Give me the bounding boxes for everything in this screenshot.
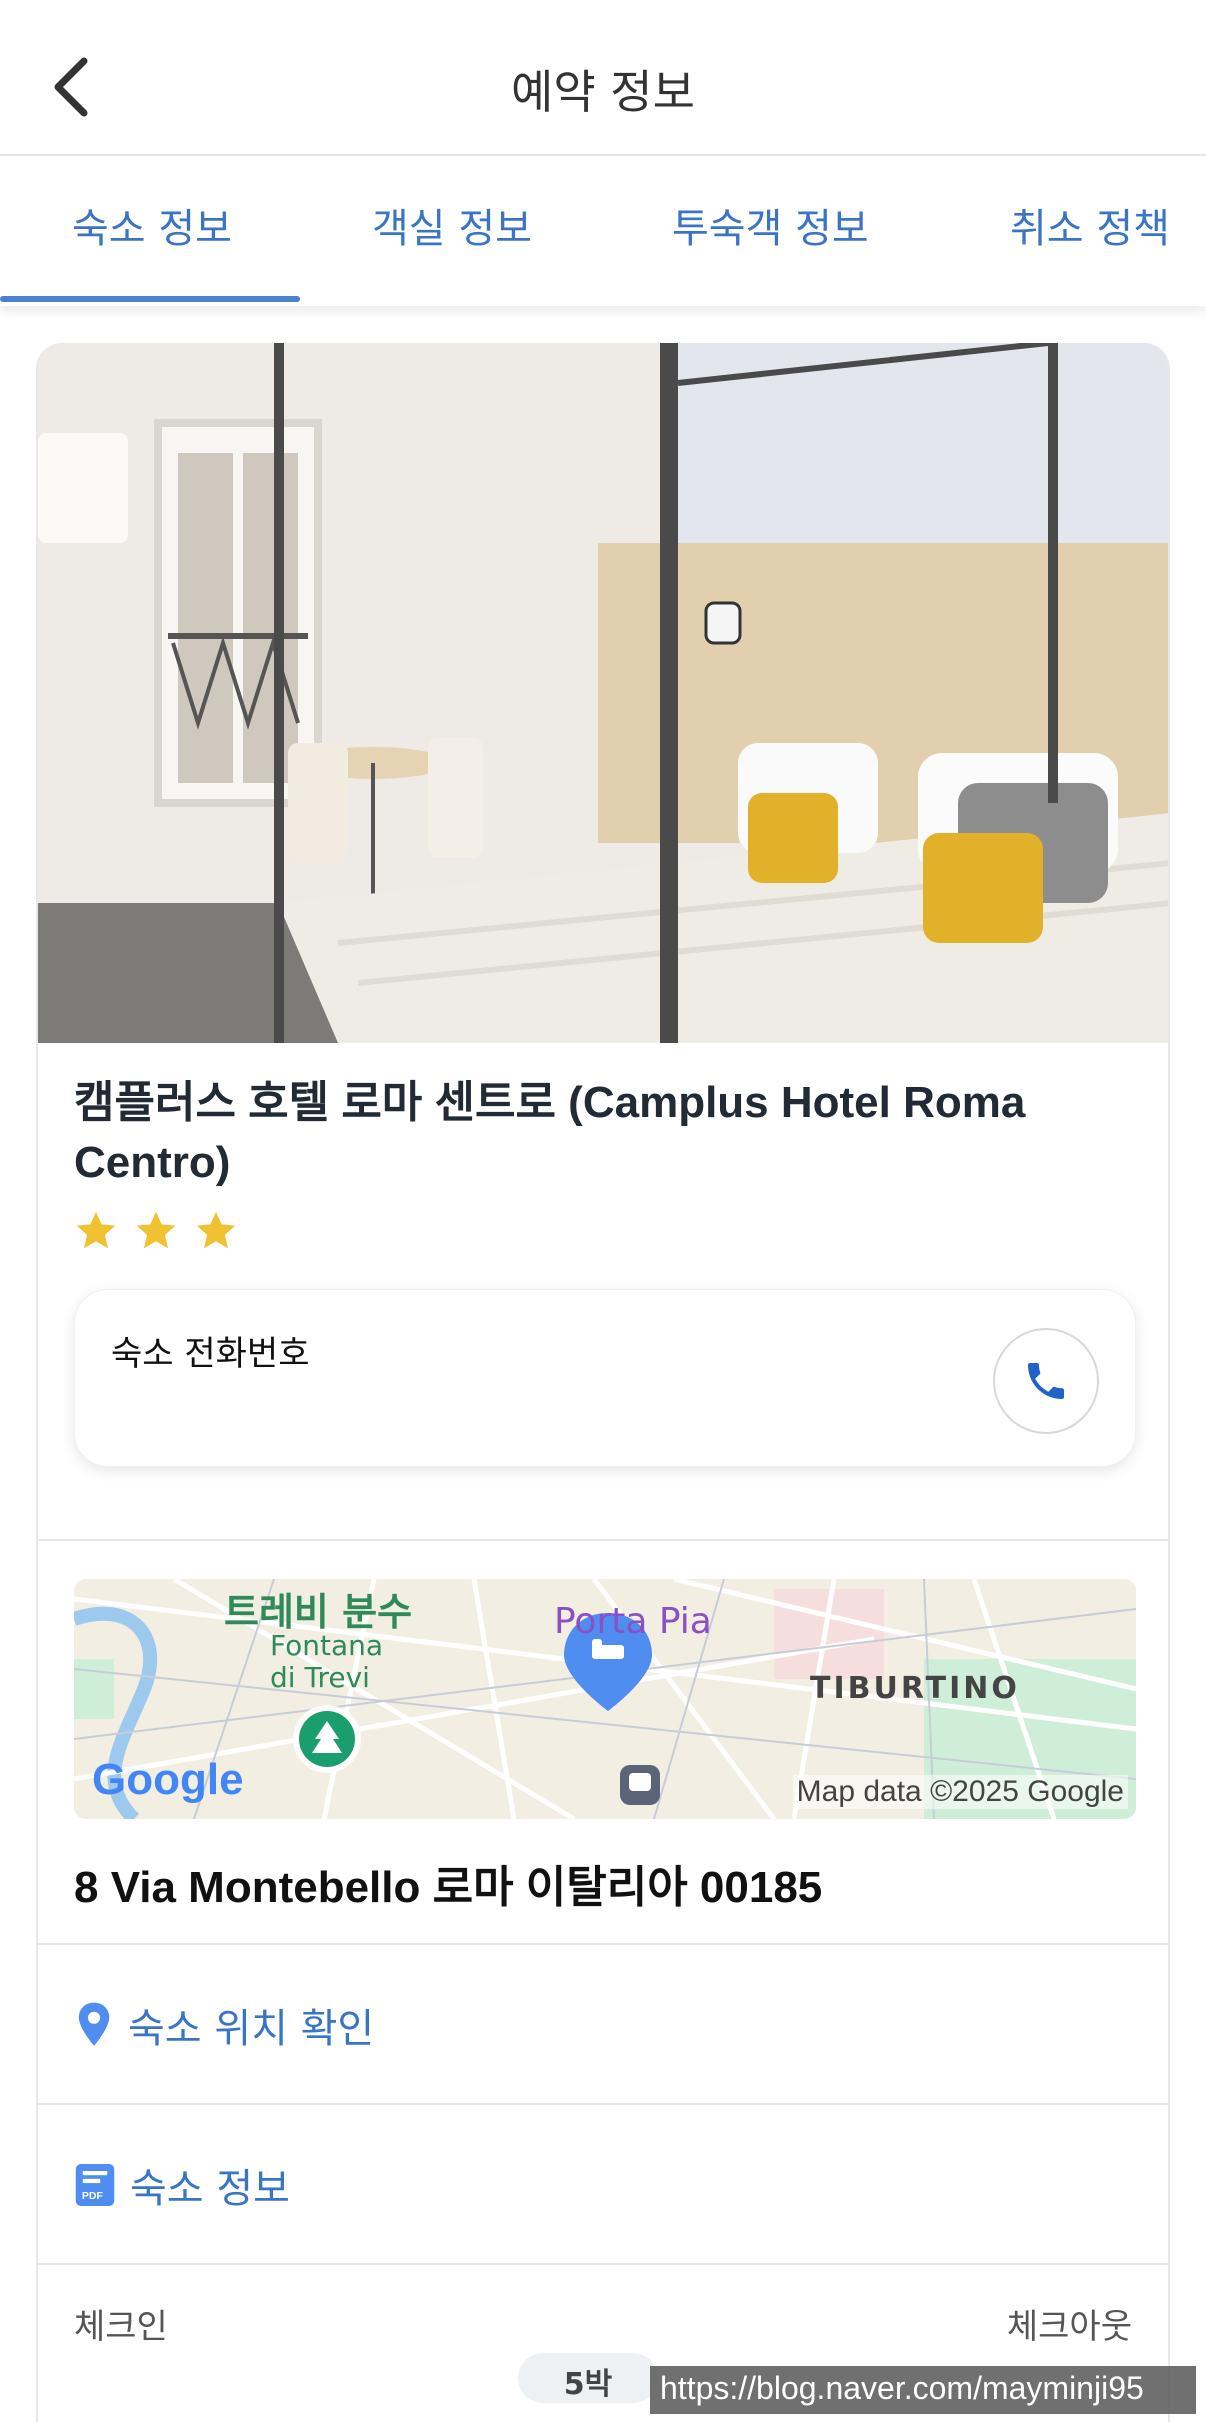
nights-badge: 5박 [518,2353,658,2403]
page-title: 예약 정보 [511,65,695,119]
star-rating [74,1209,238,1259]
property-card: 캠플러스 호텔 로마 센트로 (Camplus Hotel Roma Centr… [36,343,1170,2422]
checkout-label: 체크아웃 [1006,2307,1132,2347]
hotel-name: 캠플러스 호텔 로마 센트로 (Camplus Hotel Roma Centr… [74,1078,1026,1187]
svg-text:PDF: PDF [82,2190,104,2202]
phone-label: 숙소 전화번호 [111,1334,310,1374]
google-logo: Google [92,1755,244,1804]
star-icon [76,1211,116,1249]
divider [38,1943,1168,1945]
star-icon [136,1211,176,1249]
map-label-trevi-ko: 트레비 분수 [224,1590,413,1634]
property-info-link[interactable]: PDF 숙소 정보 [74,2155,290,2215]
map-label-trevi-it-1: Fontana [270,1629,384,1662]
tab-cancel-policy[interactable]: 취소 정책 [1010,196,1170,254]
call-button[interactable] [993,1328,1099,1434]
divider [38,1539,1168,1541]
active-tab-indicator [0,296,300,302]
view-location-link[interactable]: 숙소 위치 확인 [74,1995,374,2055]
tab-bar: 숙소 정보 객실 정보 투숙객 정보 취소 정책 [0,156,1206,306]
map-label-porta-pia: Porta Pia [554,1601,712,1642]
map-label-tiburtino: TIBURTINO [810,1671,1020,1706]
hotel-photo[interactable] [38,343,1168,1043]
tab-property-info[interactable]: 숙소 정보 [72,196,232,254]
view-location-label: 숙소 위치 확인 [128,2006,375,2052]
phone-box: 숙소 전화번호 [74,1289,1136,1467]
phone-icon [1028,1363,1064,1399]
map-label-trevi-it-2: di Trevi [270,1661,370,1694]
divider [38,2263,1168,2265]
hotel-address: 8 Via Montebello 로마 이탈리아 00185 [74,1863,823,1912]
map-attribution: Map data ©2025 Google [792,1775,1128,1809]
location-pin-icon [78,2002,110,2046]
map-preview[interactable]: 트레비 분수 Fontana di Trevi Porta Pia TIBURT… [74,1579,1136,1819]
checkin-label: 체크인 [74,2307,168,2347]
app-header: 예약 정보 [0,0,1206,156]
watermark: https://blog.naver.com/mayminji95 [650,2366,1196,2414]
property-info-label: 숙소 정보 [130,2166,290,2212]
divider [38,2103,1168,2105]
star-icon [196,1211,236,1249]
tab-guest-info[interactable]: 투숙객 정보 [672,196,869,254]
pdf-document-icon: PDF [75,2164,115,2206]
tab-room-info[interactable]: 객실 정보 [372,196,532,254]
